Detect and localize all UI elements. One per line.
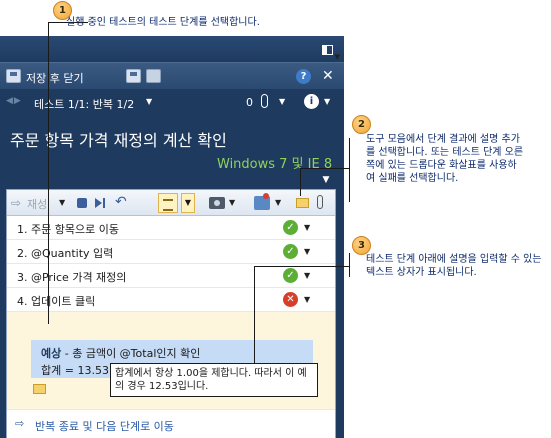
close-icon[interactable]: ✕ (322, 67, 334, 85)
end-iteration-row[interactable]: ⇨ 반복 종료 및 다음 단계로 이동 (7, 410, 335, 438)
paperclip-icon[interactable] (261, 94, 268, 108)
window-tile-icon[interactable] (146, 69, 161, 83)
callout-text-1: 실행 중인 테스트의 테스트 단계를 선택합니다. (66, 17, 260, 28)
callout-line (349, 138, 350, 202)
prev-next-arrows-icon[interactable]: ◀▶ (6, 96, 22, 106)
iteration-dropdown-icon[interactable]: ▼ (146, 97, 152, 106)
step-text: 2. @Quantity 입력 (17, 247, 114, 260)
skip-icon[interactable] (95, 196, 109, 210)
iteration-navbar: ◀▶ 테스트 1/1: 반복 1/2 ▼ 0 ▼ i ▼ (0, 89, 344, 115)
expected-result: 예상 - 총 금액이 @Total인지 확인 (41, 345, 200, 361)
callout-number-2: 2 (352, 115, 371, 134)
callout-text-2: 도구 모음에서 단계 결과에 설명 추가를 선택합니다. 또는 테스트 단계 오… (366, 134, 524, 184)
step-text: 4. 업데이트 클릭 (17, 295, 96, 308)
iteration-label: 테스트 1/1: 반복 1/2 (34, 98, 135, 111)
callout-line (349, 253, 350, 277)
record-dropdown-icon[interactable]: ▼ (275, 198, 281, 207)
pass-status-icon: ✓ (283, 268, 298, 283)
pass-step-label[interactable]: 재성 (27, 196, 47, 212)
clipboard-icon[interactable] (158, 193, 178, 213)
pass-status-icon: ✓ (283, 244, 298, 259)
callout-line (48, 22, 66, 23)
step-row[interactable]: 3. @Price 가격 재정의 ✓ ▼ (7, 264, 335, 288)
end-iteration-link[interactable]: 반복 종료 및 다음 단계로 이동 (35, 418, 174, 434)
status-dropdown-icon[interactable]: ▼ (304, 223, 310, 232)
title-strip: ▼ (0, 36, 344, 62)
step-text: 3. @Price 가격 재정의 (17, 271, 127, 284)
test-steps-pane: ⇨ 재성 ▼ ↶ ▼ ▼ ▼ 1. 주문 항목으로 이동 ✓ ▼ 2. @Qua… (6, 189, 336, 438)
fail-status-icon: ✕ (283, 292, 298, 307)
expected-total: 합계 = 13.53 (41, 364, 109, 377)
layout-icon (321, 44, 333, 55)
pass-status-icon: ✓ (283, 220, 298, 235)
step-row[interactable]: 2. @Quantity 입력 ✓ ▼ (7, 240, 335, 264)
stop-icon[interactable] (77, 198, 87, 208)
clipboard-dropdown-icon[interactable]: ▼ (181, 193, 195, 213)
attach-icon[interactable] (317, 195, 323, 209)
status-dropdown-icon[interactable]: ▼ (304, 247, 310, 256)
pass-dropdown-icon[interactable]: ▼ (59, 198, 65, 207)
configuration-label: Windows 7 및 IE 8 (217, 157, 333, 172)
expected-label: 예상 (41, 347, 62, 360)
help-icon[interactable]: ? (296, 69, 311, 84)
callout-line (300, 168, 350, 169)
comment-note-icon (33, 384, 46, 394)
save-icon[interactable] (6, 69, 21, 83)
save-close-button[interactable]: 저장 후 닫기 (26, 70, 84, 86)
callout-line (254, 266, 350, 267)
end-iteration-icon: ⇨ (15, 417, 25, 430)
step-comment-textbox[interactable]: 합계에서 항상 1.00을 제합니다. 따라서 이 예의 경우 12.53입니다… (110, 363, 318, 397)
steps-toolbar: ⇨ 재성 ▼ ↶ ▼ ▼ ▼ (7, 190, 335, 216)
expected-text: - 총 금액이 @Total인지 확인 (61, 347, 201, 360)
record-icon[interactable] (254, 193, 270, 210)
collapse-icon[interactable]: ▼ (316, 172, 336, 188)
save-button[interactable] (126, 69, 141, 83)
info-dropdown-icon[interactable]: ▼ (324, 97, 330, 106)
undo-icon[interactable]: ↶ (115, 194, 129, 210)
attachment-count: 0 (246, 96, 253, 109)
pass-step-icon[interactable]: ⇨ (11, 196, 21, 210)
step-text: 1. 주문 항목으로 이동 (17, 223, 119, 236)
attachment-dropdown-icon[interactable]: ▼ (279, 97, 285, 106)
main-toolbar: 저장 후 닫기 ? ✕ (0, 62, 344, 89)
info-icon[interactable]: i (304, 94, 319, 109)
callout-line (300, 168, 301, 196)
step-row[interactable]: 4. 업데이트 클릭 ✕ ▼ (7, 288, 335, 312)
layout-button[interactable]: ▼ (314, 40, 340, 61)
status-dropdown-icon[interactable]: ▼ (304, 271, 310, 280)
camera-dropdown-icon[interactable]: ▼ (229, 198, 235, 207)
add-comment-icon[interactable] (296, 198, 309, 208)
test-title: 주문 항목 가격 재정의 계산 확인 (10, 131, 227, 150)
step-row[interactable]: 1. 주문 항목으로 이동 ✓ ▼ (7, 216, 335, 240)
callout-line (48, 22, 49, 324)
callout-text-3: 테스트 단계 아래에 설명을 입력할 수 있는 텍스트 상자가 표시됩니다. (366, 254, 542, 278)
status-dropdown-icon[interactable]: ▼ (304, 295, 310, 304)
camera-icon[interactable] (209, 197, 225, 209)
callout-line (254, 266, 255, 364)
